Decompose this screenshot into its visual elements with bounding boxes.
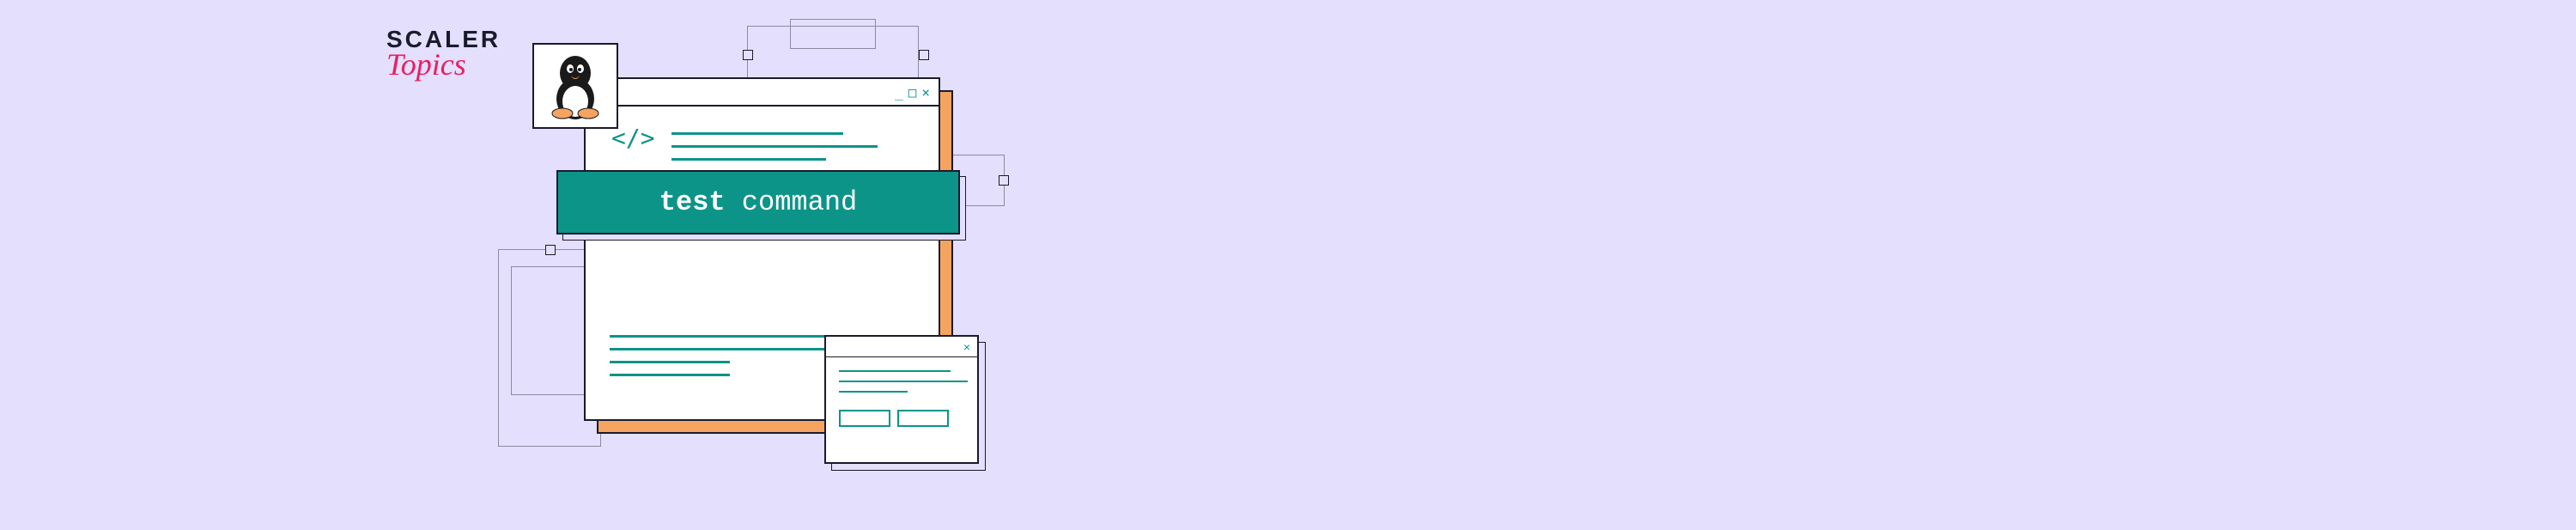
placeholder-button (897, 410, 949, 427)
titlebar: _ □ × (586, 79, 939, 107)
placeholder-line (839, 381, 968, 382)
small-window-content (826, 357, 977, 440)
resize-handle (919, 50, 929, 60)
placeholder-line (671, 158, 826, 161)
resize-handle (999, 175, 1009, 186)
placeholder-line (671, 145, 878, 148)
placeholder-line (839, 391, 908, 393)
placeholder-line (610, 374, 730, 376)
wireframe-box (790, 19, 876, 49)
button-row (839, 410, 964, 427)
command-arg: command (742, 186, 857, 218)
resize-handle (545, 245, 556, 255)
tux-icon (545, 52, 605, 120)
minimize-icon: _ (895, 84, 903, 101)
placeholder-line (610, 361, 730, 363)
illustration-canvas: _ □ × </> test command (498, 9, 1013, 515)
placeholder-line (671, 132, 843, 135)
command-box: test command (556, 170, 960, 235)
maximize-icon: □ (908, 84, 917, 101)
placeholder-line (839, 370, 951, 372)
small-titlebar: × (826, 337, 977, 357)
command-keyword: test (659, 186, 726, 218)
close-icon: × (963, 340, 970, 354)
small-window: × (824, 335, 979, 464)
resize-handle (743, 50, 753, 60)
placeholder-button (839, 410, 890, 427)
scaler-topics-logo: SCALER Topics (386, 26, 501, 82)
close-icon: × (921, 84, 930, 101)
code-lines (671, 124, 878, 171)
linux-logo-card (532, 43, 618, 129)
